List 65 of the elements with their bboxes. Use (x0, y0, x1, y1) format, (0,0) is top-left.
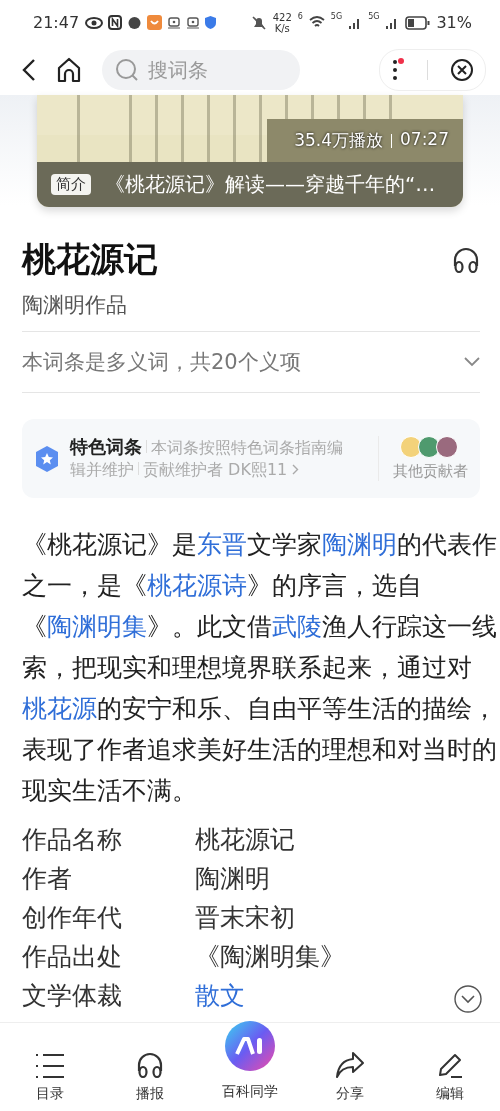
pencil-icon (436, 1051, 464, 1079)
expand-icon[interactable] (454, 985, 482, 1013)
chevron-down-icon (464, 357, 480, 367)
info-label: 文学体裁 (22, 980, 122, 1012)
search-icon (115, 58, 139, 82)
info-label: 作品出处 (22, 941, 122, 973)
link[interactable]: 武陵 (272, 612, 322, 641)
info-value: 晋末宋初 (195, 902, 295, 934)
tab-item[interactable]: 编辑 (400, 1051, 500, 1103)
tab-item[interactable]: 分享 (300, 1051, 400, 1103)
avatar (417, 436, 440, 458)
tab-item[interactable]: 播报 (100, 1051, 200, 1103)
clock-time: 21:47 (33, 13, 80, 32)
headphones-icon (136, 1051, 164, 1079)
avatar (435, 436, 458, 458)
battery-icon (405, 15, 431, 30)
bell-muted-icon (250, 14, 267, 31)
home-icon[interactable] (56, 57, 82, 83)
info-label: 作品名称 (22, 824, 122, 856)
info-label: 作者 (22, 863, 72, 895)
share-icon (335, 1051, 365, 1079)
link[interactable]: 东晋 (197, 530, 247, 559)
chevron-right-icon (292, 464, 300, 475)
video-duration: 07:27 (400, 129, 449, 151)
tab-item[interactable]: 百科同学 (200, 1021, 300, 1101)
search-field[interactable]: 搜词条 (102, 50, 300, 90)
network-tag: 5G (330, 12, 343, 21)
close-icon[interactable] (450, 58, 474, 82)
back-icon[interactable] (22, 58, 36, 82)
wifi-tag: 6 (297, 12, 303, 21)
speed-value: 422 (272, 11, 292, 23)
tab-item[interactable]: 目录 (0, 1053, 100, 1103)
ai-logo-icon (235, 1037, 265, 1055)
shield-icon (205, 16, 217, 29)
info-label: 创作年代 (22, 902, 122, 934)
entry-subtitle: 陶渊明作品 (22, 292, 128, 319)
nfc-icon (108, 15, 123, 30)
eye-icon (85, 16, 104, 29)
intro-tag: 简介 (51, 174, 91, 195)
speed-unit: K/s (274, 22, 290, 34)
star-badge-icon (34, 444, 60, 473)
link[interactable]: 陶渊明集 (47, 612, 147, 641)
info-value: 陶渊明 (195, 863, 270, 895)
other-contributors[interactable]: 其他贡献者 (393, 462, 468, 481)
polysemy-row[interactable]: 本词条是多义词，共20个义项 (22, 331, 480, 393)
feature-card[interactable]: 特色词条 本词条按照特色词条指南编 辑并维护 贡献维护者 DK熙11 其他贡献者 (22, 419, 480, 498)
wifi-icon (308, 16, 325, 29)
link[interactable]: 桃花源诗 (147, 571, 247, 600)
network-tag: 5G (368, 12, 380, 21)
avatar (399, 436, 422, 458)
play-count: 35.4万播放 (294, 129, 383, 152)
battery-percent: 31% (436, 13, 472, 32)
info-link[interactable]: 散文 (195, 979, 245, 1013)
entry-title: 桃花源记 (22, 238, 158, 281)
link[interactable]: 陶渊明 (322, 530, 397, 559)
headphones-icon (452, 246, 480, 274)
app-icon (147, 15, 163, 30)
feature-description: 特色词条 本词条按照特色词条指南编 辑并维护 贡献维护者 DK熙11 (70, 436, 344, 481)
video-caption: 《桃花源记》解读——穿越千年的“… (105, 171, 436, 198)
intro-paragraph: 《桃花源记》是东晋文学家陶渊明的代表作之一，是《桃花源诗》的序言，选自《陶渊明集》。此文借武陵渔人行踪这一线索，把现实和理想境界联系起来，通过对 桃花源的安宁和乐、自由平等生活的描绘，表现了作者追求美好生活的理想和对当时的现实生活不满。 (22, 529, 498, 807)
link[interactable]: 桃花源 (22, 694, 97, 723)
info-value: 《陶渊明集》 (195, 941, 345, 973)
list-icon (35, 1053, 65, 1079)
info-value: 桃花源记 (195, 824, 295, 856)
more-icon[interactable] (391, 58, 405, 82)
